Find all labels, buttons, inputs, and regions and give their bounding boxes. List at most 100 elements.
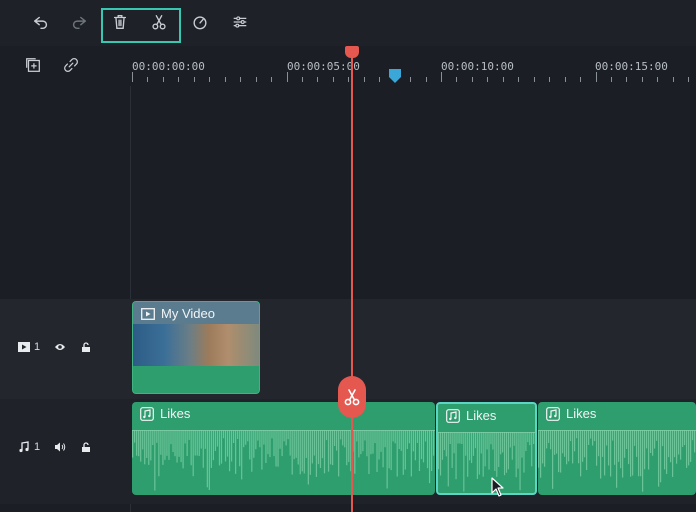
waveform-bar — [447, 432, 449, 487]
waveform-bar — [509, 432, 511, 448]
waveform-bar — [582, 430, 584, 462]
timeline-toolbar — [0, 0, 696, 46]
waveform-bar — [172, 430, 174, 453]
waveform-bar — [237, 430, 239, 439]
waveform-bar — [488, 432, 490, 470]
waveform-bar — [360, 430, 362, 455]
waveform-bar — [178, 430, 180, 457]
link-icon[interactable] — [60, 54, 82, 76]
waveform-bar — [342, 430, 344, 446]
waveform-bar — [500, 432, 502, 455]
audio-clip-selected[interactable]: Likes — [436, 402, 537, 495]
speed-icon[interactable] — [186, 8, 214, 36]
waveform-bar — [378, 430, 380, 460]
waveform-bar — [321, 430, 324, 459]
scissors-icon[interactable] — [145, 8, 173, 36]
waveform-bar — [496, 432, 498, 477]
waveform-bar — [358, 430, 360, 458]
waveform-bar — [620, 430, 622, 469]
adjust-icon[interactable] — [226, 8, 254, 36]
waveform-bar — [606, 430, 608, 446]
waveform-bar — [400, 430, 402, 451]
video-track-header: 1 — [18, 341, 92, 353]
waveform-bar — [484, 432, 486, 467]
lock-icon[interactable] — [80, 441, 92, 453]
waveform-bar — [263, 430, 265, 445]
waveform-bar — [572, 430, 574, 464]
ruler-tick — [301, 77, 303, 82]
ruler-tick — [224, 77, 226, 82]
split-scissors-button[interactable] — [338, 376, 366, 418]
waveform-bar — [154, 430, 156, 491]
video-clip[interactable]: My Video — [132, 301, 260, 394]
playhead-line[interactable] — [351, 50, 353, 512]
video-clip-name: My Video — [161, 306, 215, 321]
waveform-bar — [408, 430, 410, 444]
waveform-bar — [283, 430, 285, 442]
waveform-bar — [515, 432, 517, 478]
waveform-bar — [374, 430, 376, 444]
waveform-bar — [678, 430, 680, 455]
waveform-bar — [626, 430, 628, 450]
marker-icon[interactable] — [388, 68, 402, 84]
empty-timeline-area — [131, 86, 696, 299]
waveform-bar — [317, 430, 320, 465]
audio-clip[interactable]: Likes — [538, 402, 696, 495]
waveform-bar — [184, 430, 186, 444]
waveform-bar — [228, 430, 231, 472]
waveform-bar — [513, 432, 515, 446]
waveform-bar — [295, 430, 297, 458]
eye-icon[interactable] — [54, 341, 66, 353]
waveform-bar — [519, 432, 521, 491]
waveform-bar — [200, 430, 202, 449]
waveform-bar — [546, 430, 548, 449]
timecode-label: 00:00:15:00 — [595, 60, 668, 73]
lock-icon[interactable] — [80, 341, 92, 353]
ruler-tick — [132, 72, 133, 82]
audio-clip[interactable]: Likes — [132, 402, 435, 495]
waveform-bar — [275, 430, 277, 467]
waveform-bar — [634, 430, 636, 446]
redo-icon[interactable] — [65, 8, 93, 36]
waveform-bar — [438, 432, 440, 470]
waveform-bar — [686, 430, 688, 468]
waveform-bar — [281, 430, 283, 457]
ruler-tick — [348, 77, 350, 82]
playhead-handle[interactable] — [345, 46, 359, 58]
undo-icon[interactable] — [27, 8, 55, 36]
audio-clip-label: Likes — [546, 406, 596, 421]
waveform-bar — [398, 430, 400, 450]
speaker-icon[interactable] — [54, 441, 66, 453]
video-thumbnail — [133, 324, 259, 366]
timecode-label: 00:00:05:00 — [287, 60, 360, 73]
waveform-bar — [327, 430, 330, 472]
waveform-bar — [287, 430, 289, 440]
waveform-bar — [410, 430, 412, 477]
waveform-bar — [616, 430, 618, 488]
waveform-bar — [406, 430, 408, 450]
waveform-bar — [144, 430, 146, 465]
add-track-icon[interactable] — [22, 54, 44, 76]
waveform-bar — [540, 430, 542, 478]
ruler-tick — [610, 77, 612, 82]
audio-clip-label: Likes — [140, 406, 190, 421]
waveform-bar — [486, 432, 488, 450]
waveform-bar — [289, 430, 291, 456]
waveform-bar — [134, 430, 136, 443]
waveform-bar — [261, 430, 263, 470]
waveform-bar — [614, 430, 616, 465]
music-note-icon — [446, 408, 460, 423]
waveform-bar — [168, 430, 170, 460]
waveform-bar — [662, 430, 664, 447]
waveform-bar — [461, 432, 463, 445]
waveform-bar — [548, 430, 550, 443]
trash-icon[interactable] — [106, 8, 134, 36]
waveform-bar — [235, 430, 237, 474]
waveform-bar — [432, 430, 435, 456]
waveform-bar — [658, 430, 660, 487]
waveform-bar — [590, 430, 592, 439]
waveform-bar — [412, 430, 414, 452]
waveform-bar — [388, 430, 390, 469]
waveform-bar — [279, 430, 281, 449]
waveform-bar — [329, 430, 332, 465]
